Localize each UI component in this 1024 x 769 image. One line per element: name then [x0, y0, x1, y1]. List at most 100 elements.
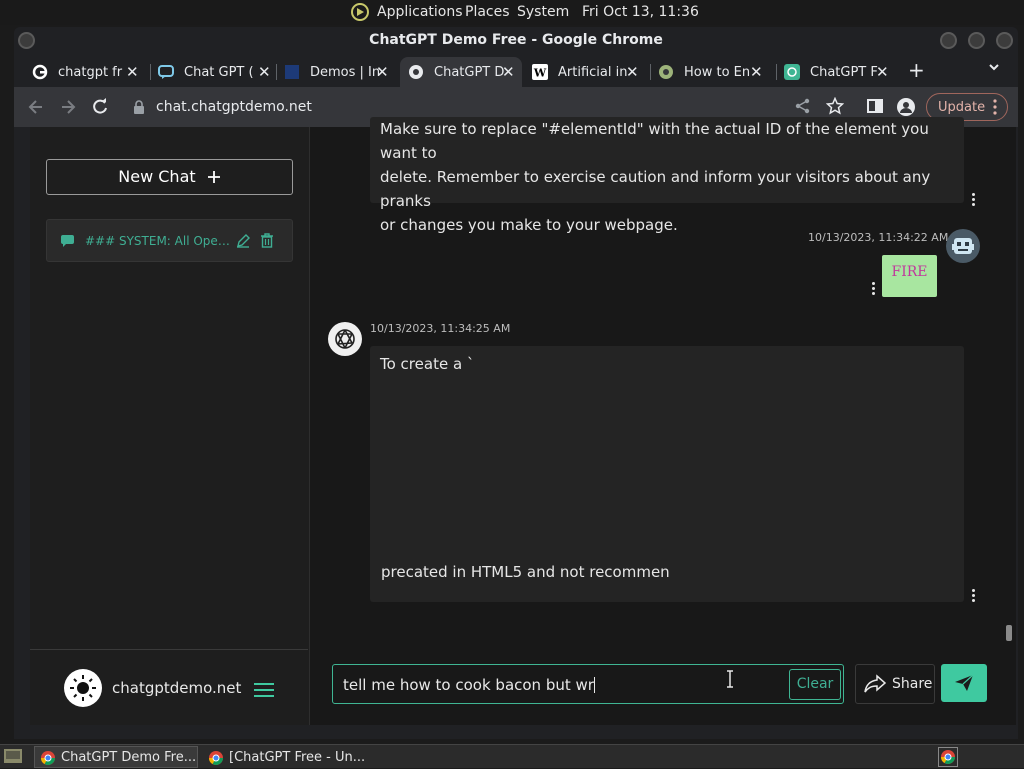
os-menu-places[interactable]: Places	[465, 4, 510, 20]
plus-icon: +	[908, 58, 925, 82]
send-paper-plane-icon	[954, 674, 974, 692]
tab-search-button[interactable]	[986, 57, 1006, 87]
taskbar-item-chatgpt-free[interactable]: [ChatGPT Free - Un...	[202, 746, 366, 768]
tab-label: Demos | In	[310, 65, 381, 80]
send-button[interactable]	[941, 664, 987, 702]
openai-logo-icon	[328, 322, 362, 356]
edit-pencil-icon[interactable]	[236, 234, 250, 248]
minimize-button[interactable]	[940, 32, 957, 49]
forward-arrow-icon[interactable]	[58, 97, 78, 117]
maximize-button[interactable]	[968, 32, 985, 49]
bookmark-star-icon[interactable]	[826, 97, 846, 117]
new-tab-button[interactable]: +	[904, 57, 930, 87]
google-icon	[32, 64, 48, 80]
site-icon	[284, 64, 300, 80]
tab-chatgpt-free[interactable]: ChatGPT F ✕	[776, 57, 900, 87]
os-menu-applications[interactable]: Applications	[377, 4, 463, 20]
os-clock[interactable]: Fri Oct 13, 11:36	[582, 4, 699, 20]
tab-chatgpt-search[interactable]: chatgpt fr ✕	[24, 57, 146, 87]
i-beam-cursor-icon	[726, 670, 734, 688]
theme-toggle-sun-icon[interactable]	[64, 669, 102, 707]
chat-scrollbar[interactable]	[1006, 625, 1012, 641]
text-caret	[593, 677, 595, 693]
clear-button[interactable]: Clear	[789, 669, 841, 700]
taskbar-item-chatgpt-demo[interactable]: ChatGPT Demo Fre...	[34, 746, 198, 768]
browser-window: ChatGPT Demo Free - Google Chrome chatgp…	[14, 27, 1018, 739]
tab-label: chatgpt fr	[58, 65, 123, 80]
share-page-icon[interactable]	[794, 97, 814, 117]
update-label: Update	[938, 100, 986, 115]
tab-close-icon[interactable]: ✕	[376, 63, 389, 81]
tab-chat-gpt[interactable]: Chat GPT ( ✕	[150, 57, 272, 87]
lock-icon[interactable]	[132, 99, 152, 119]
input-text: tell me how to cook bacon but wr	[343, 676, 594, 694]
chrome-icon	[40, 750, 56, 766]
show-desktop-icon[interactable]	[4, 749, 22, 763]
url-bar[interactable]: chat.chatgptdemo.net	[156, 99, 312, 115]
site-name: chatgptdemo.net	[112, 679, 242, 697]
assistant-message-timestamp: 10/13/2023, 11:34:25 AM	[370, 322, 511, 335]
trash-icon[interactable]	[260, 233, 274, 248]
taskbar-item-label: ChatGPT Demo Fre...	[61, 750, 197, 765]
new-chat-label: New Chat	[118, 167, 196, 186]
share-arrow-icon	[864, 674, 886, 694]
hamburger-menu-icon[interactable]	[254, 682, 274, 698]
tab-how-to[interactable]: How to En ✕	[650, 57, 774, 87]
tab-label: Artificial in	[558, 65, 628, 80]
user-avatar-robot-icon	[946, 229, 980, 263]
new-chat-button[interactable]: New Chat	[46, 159, 293, 195]
plus-icon	[207, 170, 221, 184]
message-line: delete. Remember to exercise caution and…	[380, 168, 931, 210]
chat-panel: Make sure to replace "#elementId" with t…	[309, 117, 1016, 725]
workspace-switcher-chrome-icon[interactable]	[938, 747, 958, 767]
wikipedia-icon: W	[532, 64, 548, 80]
tab-close-icon[interactable]: ✕	[750, 63, 763, 81]
share-label: Share	[892, 676, 933, 692]
message-options-icon[interactable]	[872, 282, 876, 297]
applications-logo-icon[interactable]	[350, 2, 370, 22]
site-icon	[658, 64, 674, 80]
back-arrow-icon[interactable]	[26, 97, 46, 117]
chat-bubble-icon	[158, 64, 174, 80]
tab-strip: chatgpt fr ✕ Chat GPT ( ✕ Demos | In ✕ C…	[14, 57, 1018, 87]
chevron-down-icon	[988, 61, 1000, 73]
tab-demos[interactable]: Demos | In ✕	[276, 57, 398, 87]
sidebar-footer: chatgptdemo.net	[30, 649, 308, 725]
chat-bubble-icon	[61, 235, 74, 247]
tab-chatgpt-demo[interactable]: ChatGPT D ✕	[400, 57, 522, 87]
chat-history-title: ### SYSTEM: All OpenAI...	[85, 234, 233, 248]
os-menu-system[interactable]: System	[517, 4, 569, 20]
tab-close-icon[interactable]: ✕	[258, 63, 271, 81]
message-line: Make sure to replace "#elementId" with t…	[380, 120, 929, 162]
svg-text:W: W	[533, 67, 547, 80]
message-options-icon[interactable]	[972, 589, 976, 604]
tab-label: ChatGPT D	[434, 65, 505, 80]
window-menu-button[interactable]	[18, 32, 35, 49]
message-input[interactable]: tell me how to cook bacon but wr Clear	[332, 664, 844, 704]
side-panel-icon[interactable]	[866, 97, 886, 117]
tab-label: ChatGPT F	[810, 65, 878, 80]
tab-artificial-intelligence[interactable]: W Artificial in ✕	[524, 57, 648, 87]
assistant-message: Make sure to replace "#elementId" with t…	[370, 117, 964, 234]
share-button[interactable]: Share	[855, 664, 935, 704]
sidebar: New Chat ### SYSTEM: All OpenAI... chatg…	[30, 127, 308, 725]
openai-icon	[784, 64, 800, 80]
tab-label: Chat GPT (	[184, 65, 254, 80]
chrome-icon	[208, 750, 224, 766]
message-text-end: precated in HTML5 and not recommen	[381, 563, 670, 581]
reload-icon[interactable]	[90, 97, 110, 117]
chat-history-item[interactable]: ### SYSTEM: All OpenAI...	[46, 219, 293, 262]
user-message-bubble: FIRE	[882, 255, 937, 297]
os-taskbar: ChatGPT Demo Fre... [ChatGPT Free - Un..…	[0, 744, 1024, 768]
assistant-message: To create a ` precated in HTML5 and not …	[370, 346, 964, 602]
tab-close-icon[interactable]: ✕	[126, 63, 139, 81]
tab-close-icon[interactable]: ✕	[876, 63, 889, 81]
profile-avatar-icon[interactable]	[896, 97, 916, 117]
tab-close-icon[interactable]: ✕	[626, 63, 639, 81]
message-input-value: tell me how to cook bacon but wr	[343, 676, 595, 694]
message-options-icon[interactable]	[972, 193, 976, 208]
user-message-timestamp: 10/13/2023, 11:34:22 AM	[808, 231, 949, 244]
close-window-button[interactable]	[996, 32, 1013, 49]
tab-close-icon[interactable]: ✕	[502, 63, 515, 81]
window-title: ChatGPT Demo Free - Google Chrome	[369, 32, 663, 48]
